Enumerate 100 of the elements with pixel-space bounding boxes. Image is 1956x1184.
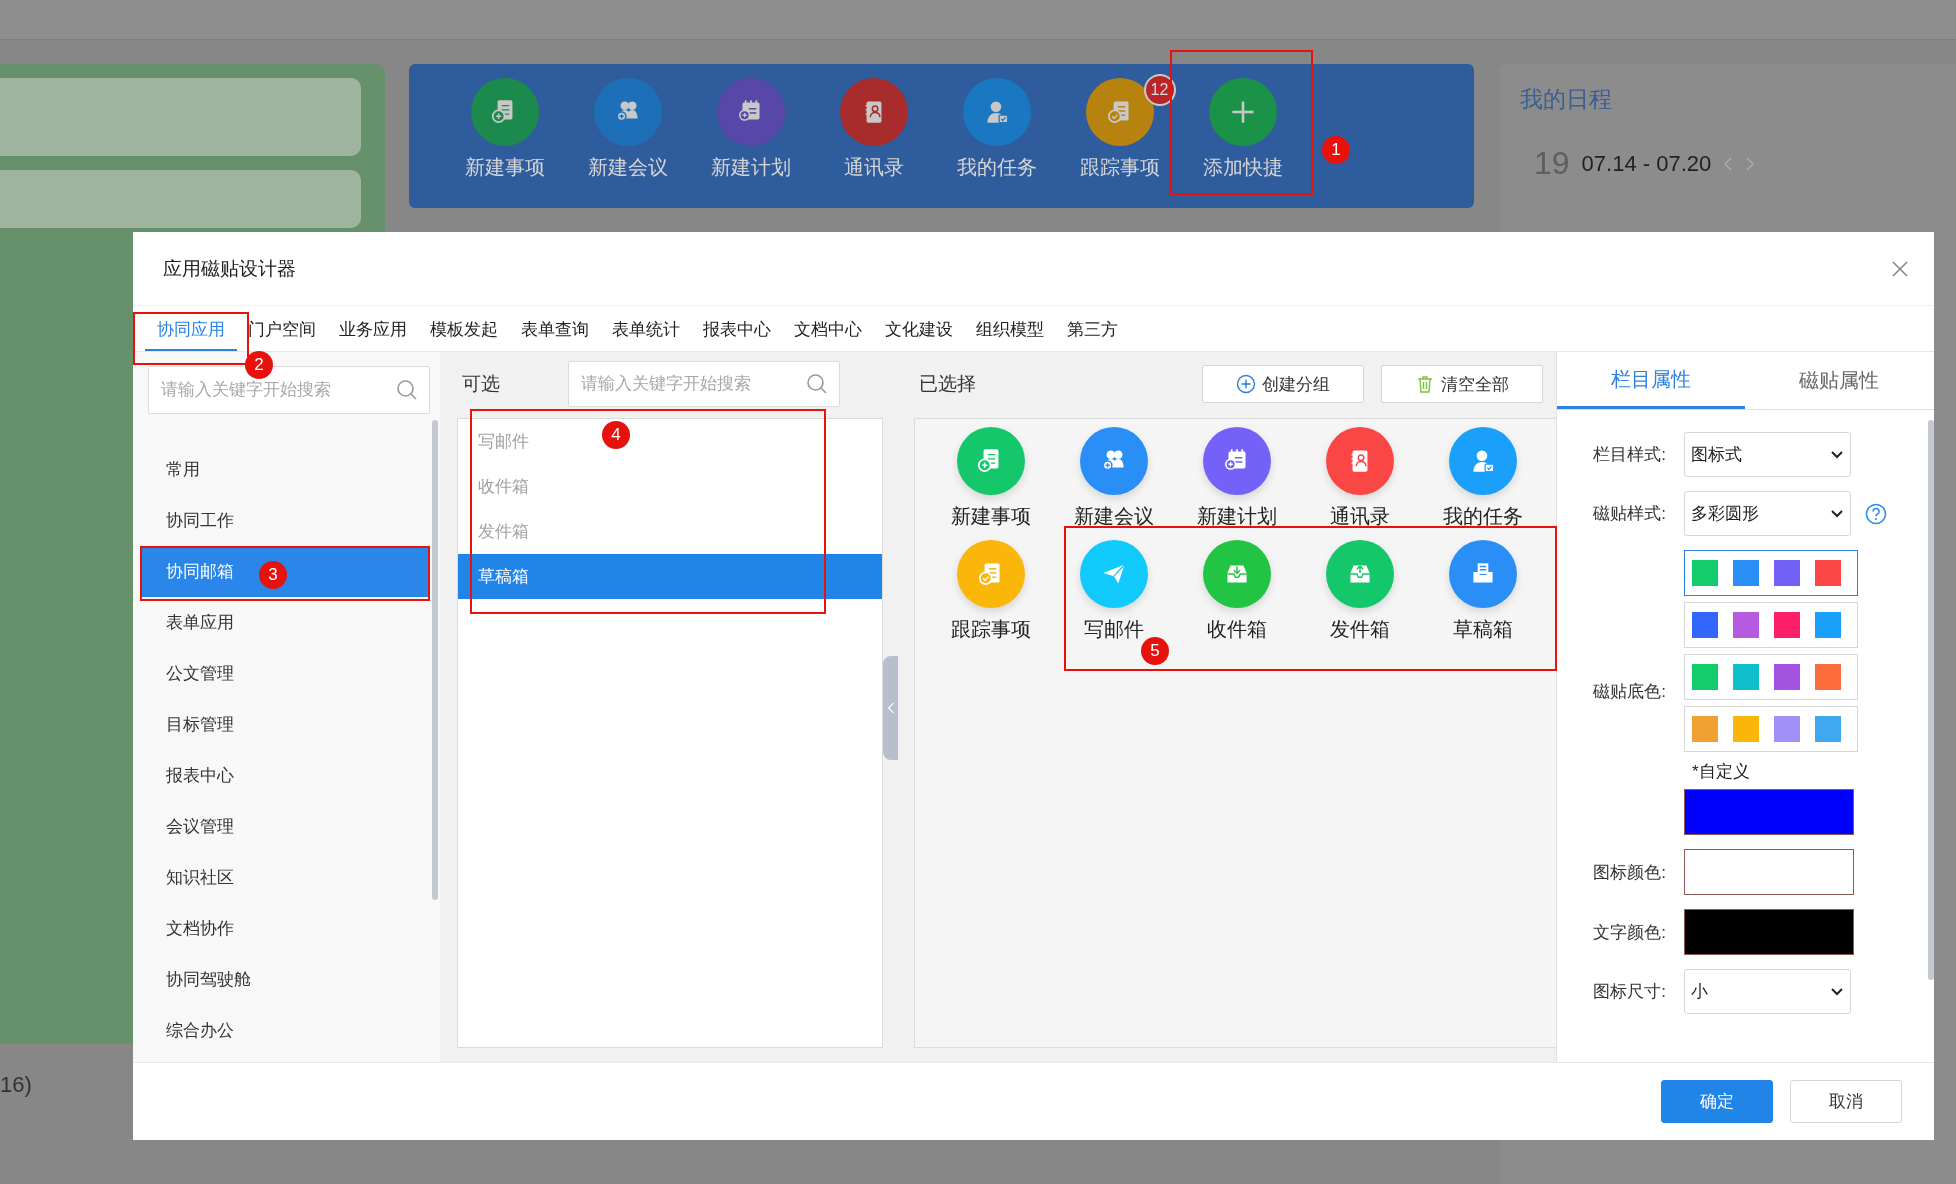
tab[interactable]: 门户空间 bbox=[236, 306, 328, 351]
app-tile[interactable] bbox=[1448, 540, 1517, 608]
sidebar-item[interactable]: 目标管理 bbox=[140, 699, 430, 750]
chevron-left-icon bbox=[886, 701, 895, 715]
color-swatch[interactable] bbox=[1774, 716, 1800, 742]
tab[interactable]: 表单统计 bbox=[600, 306, 692, 351]
tab[interactable]: 文档中心 bbox=[782, 306, 874, 351]
field-label: 图标颜色: bbox=[1592, 861, 1666, 884]
custom-label: *自定义 bbox=[1691, 761, 1750, 783]
app-tile[interactable] bbox=[1325, 540, 1394, 608]
field-label: 图标尺寸: bbox=[1592, 981, 1666, 1003]
app-tile[interactable] bbox=[1448, 427, 1517, 495]
dropdown[interactable]: 图标式 bbox=[1684, 432, 1851, 477]
sidebar-item[interactable]: 文档协作 bbox=[140, 903, 430, 954]
confirm-button[interactable]: 确定 bbox=[1661, 1080, 1773, 1123]
close-icon[interactable] bbox=[1890, 258, 1910, 279]
tile-label: 跟踪事项 bbox=[1079, 155, 1160, 180]
previous-icon[interactable] bbox=[1723, 155, 1734, 172]
app-tile[interactable] bbox=[1325, 427, 1394, 495]
color-swatch[interactable] bbox=[1733, 716, 1759, 742]
color-swatch[interactable] bbox=[1774, 560, 1800, 586]
sidebar-item[interactable]: 协同工作 bbox=[140, 495, 430, 546]
tab[interactable]: 模板发起 bbox=[418, 306, 510, 351]
swatch-row[interactable] bbox=[1684, 550, 1858, 596]
tab[interactable]: 第三方 bbox=[1055, 306, 1130, 351]
dropdown[interactable]: 多彩圆形 bbox=[1684, 491, 1851, 536]
sidebar-item[interactable]: 报表中心 bbox=[140, 750, 430, 801]
sidebar-item[interactable]: 会议管理 bbox=[140, 801, 430, 852]
tab[interactable]: 业务应用 bbox=[327, 306, 419, 351]
tile-label: 草稿箱 bbox=[1452, 617, 1513, 642]
dropdown-value: 图标式 bbox=[1691, 444, 1742, 466]
tab[interactable]: 文化建设 bbox=[873, 306, 965, 351]
color-swatch[interactable] bbox=[1815, 560, 1841, 586]
sidebar-item[interactable]: 常用 bbox=[140, 444, 430, 495]
tile-label: 新建会议 bbox=[587, 155, 668, 180]
sidebar-item[interactable]: 表单应用 bbox=[140, 597, 430, 648]
sidebar-item[interactable]: 综合办公 bbox=[140, 1005, 430, 1056]
app-tile[interactable] bbox=[1079, 540, 1148, 608]
dropdown[interactable]: 小 bbox=[1684, 969, 1851, 1014]
tab[interactable]: 报表中心 bbox=[691, 306, 783, 351]
tile-label: 新建事项 bbox=[464, 155, 545, 180]
app-tile[interactable] bbox=[1202, 427, 1271, 495]
color-swatch[interactable] bbox=[1815, 612, 1841, 638]
color-swatch[interactable] bbox=[1692, 664, 1718, 690]
color-field[interactable] bbox=[1684, 849, 1854, 895]
color-swatch[interactable] bbox=[1774, 612, 1800, 638]
trash-icon bbox=[1415, 374, 1435, 394]
color-field[interactable] bbox=[1684, 909, 1854, 955]
app-tile[interactable] bbox=[956, 427, 1025, 495]
date-range: 07.14 - 07.20 bbox=[1581, 150, 1712, 177]
tile-label: 通讯录 bbox=[843, 155, 904, 180]
tab[interactable]: 表单查询 bbox=[509, 306, 601, 351]
color-swatch[interactable] bbox=[1733, 664, 1759, 690]
tile-label: 新建计划 bbox=[710, 155, 791, 180]
color-swatch[interactable] bbox=[1815, 716, 1841, 742]
tile-label: 通讯录 bbox=[1329, 504, 1390, 529]
color-swatch[interactable] bbox=[1733, 560, 1759, 586]
cancel-button[interactable]: 取消 bbox=[1790, 1080, 1902, 1123]
section-label: 可选 bbox=[461, 372, 501, 396]
color-swatch[interactable] bbox=[1692, 716, 1718, 742]
tab[interactable]: 磁贴属性 bbox=[1745, 352, 1933, 409]
tile-label: 跟踪事项 bbox=[950, 617, 1031, 642]
color-swatch[interactable] bbox=[1774, 664, 1800, 690]
sidebar-item[interactable]: 知识社区 bbox=[140, 852, 430, 903]
search-field[interactable]: 请输入关键字开始搜索 bbox=[568, 361, 840, 407]
sidebar-item[interactable]: 公文管理 bbox=[140, 648, 430, 699]
tab[interactable]: 栏目属性 bbox=[1557, 352, 1745, 409]
chevron-down-icon bbox=[1830, 508, 1844, 519]
schedule-title: 我的日程 bbox=[1520, 85, 1613, 114]
color-swatch[interactable] bbox=[1692, 612, 1718, 638]
dropdown-value: 小 bbox=[1691, 981, 1708, 1003]
side-text: 16) bbox=[0, 1072, 33, 1098]
tile-label: 写邮件 bbox=[1083, 617, 1144, 642]
scrollbar[interactable] bbox=[1928, 420, 1934, 980]
help-icon[interactable] bbox=[1865, 502, 1887, 525]
tile-label: 我的任务 bbox=[1442, 504, 1523, 529]
color-field[interactable] bbox=[1684, 789, 1854, 835]
field-label: 磁贴样式: bbox=[1592, 503, 1666, 525]
next-icon[interactable] bbox=[1745, 155, 1756, 172]
color-swatch[interactable] bbox=[1815, 664, 1841, 690]
tab[interactable]: 组织模型 bbox=[964, 306, 1056, 351]
app-tile[interactable] bbox=[956, 540, 1025, 608]
color-swatch[interactable] bbox=[1692, 560, 1718, 586]
clear-all-button[interactable]: 清空全部 bbox=[1381, 365, 1543, 403]
app-tile[interactable] bbox=[1079, 427, 1148, 495]
search-icon[interactable] bbox=[396, 379, 418, 401]
tile-label: 发件箱 bbox=[1329, 617, 1390, 642]
color-swatch[interactable] bbox=[1733, 612, 1759, 638]
search-icon[interactable] bbox=[806, 373, 828, 395]
list-item[interactable]: 草稿箱 bbox=[458, 554, 882, 599]
section-label: 已选择 bbox=[918, 372, 977, 396]
field-label: 磁贴底色: bbox=[1592, 681, 1666, 703]
collapse-handle[interactable] bbox=[883, 656, 898, 760]
chevron-down-icon bbox=[1830, 449, 1844, 460]
create-group-button[interactable]: 创建分组 bbox=[1202, 365, 1364, 403]
sidebar-item[interactable]: 协同驾驶舱 bbox=[140, 954, 430, 1005]
dropdown-value: 多彩圆形 bbox=[1691, 503, 1759, 525]
dialog-title: 应用磁贴设计器 bbox=[163, 256, 296, 281]
scrollbar[interactable] bbox=[432, 420, 438, 900]
app-tile[interactable] bbox=[1202, 540, 1271, 608]
